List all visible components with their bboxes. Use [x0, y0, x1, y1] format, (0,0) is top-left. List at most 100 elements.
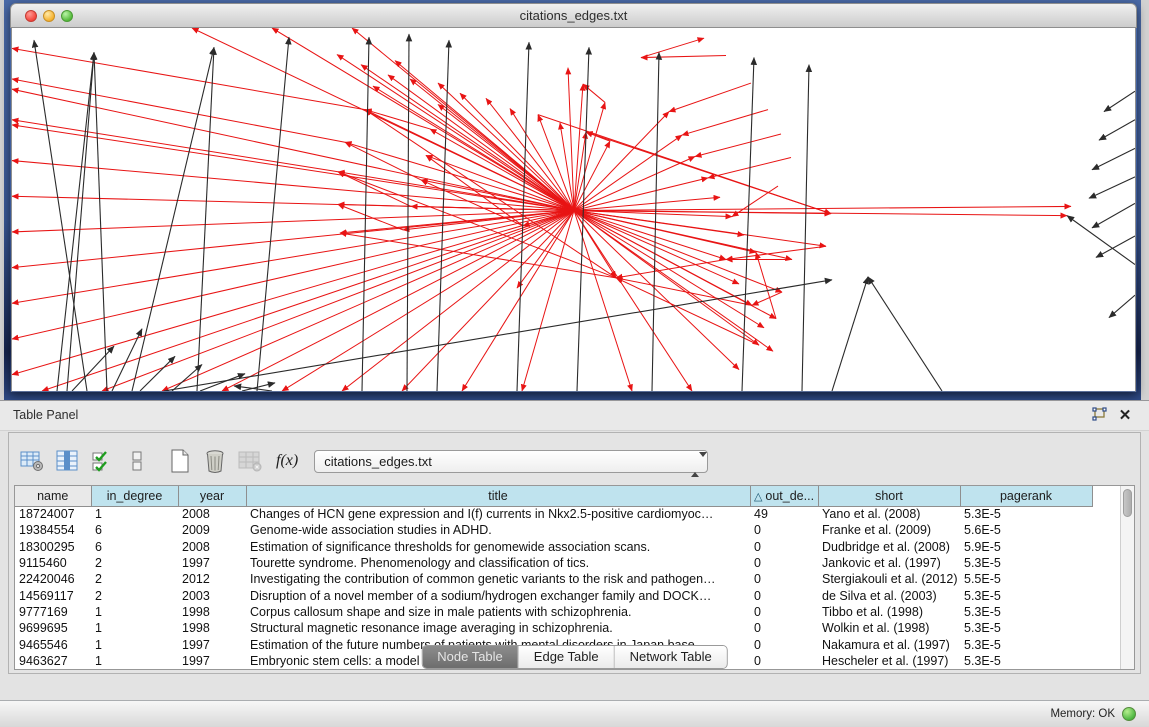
tab-edge-table[interactable]: Edge Table — [519, 646, 615, 668]
table-row[interactable]: 1938455462009Genome-wide association stu… — [15, 522, 1092, 538]
table-row[interactable]: 1830029562008Estimation of significance … — [15, 539, 1092, 555]
column-header-pagerank[interactable]: pagerank — [960, 486, 1092, 506]
table-cell[interactable]: 0 — [750, 653, 818, 669]
table-cell[interactable]: 2 — [91, 571, 178, 587]
table-row[interactable]: 969969511998Structural magnetic resonanc… — [15, 620, 1092, 636]
table-cell[interactable]: Yano et al. (2008) — [818, 506, 960, 522]
table-row[interactable]: 2242004622012Investigating the contribut… — [15, 571, 1092, 587]
table-cell[interactable]: Changes of HCN gene expression and I(f) … — [246, 506, 750, 522]
table-cell[interactable]: 0 — [750, 555, 818, 571]
table-cell[interactable]: de Silva et al. (2003) — [818, 587, 960, 603]
table-cell[interactable]: Dudbridge et al. (2008) — [818, 539, 960, 555]
table-cell[interactable]: Structural magnetic resonance image aver… — [246, 620, 750, 636]
function-builder-icon[interactable]: f(x) — [276, 452, 298, 470]
table-cell[interactable]: 1 — [91, 604, 178, 620]
table-cell[interactable]: Jankovic et al. (1997) — [818, 555, 960, 571]
table-cell[interactable]: 18724007 — [15, 506, 91, 522]
window-titlebar[interactable]: citations_edges.txt — [10, 3, 1137, 28]
table-row[interactable]: 977716911998Corpus callosum shape and si… — [15, 604, 1092, 620]
table-cell[interactable]: 5.6E-5 — [960, 522, 1092, 538]
table-cell[interactable]: 2003 — [178, 587, 246, 603]
table-selector-dropdown[interactable]: citations_edges.txt — [314, 450, 708, 473]
table-cell[interactable]: Tibbo et al. (1998) — [818, 604, 960, 620]
column-header-in_degree[interactable]: in_degree — [91, 486, 178, 506]
table-cell[interactable]: 2 — [91, 587, 178, 603]
table-cell[interactable]: Estimation of significance thresholds fo… — [246, 539, 750, 555]
table-cell[interactable]: 5.3E-5 — [960, 587, 1092, 603]
show-column-icon[interactable] — [52, 446, 82, 476]
delete-table-disabled-icon[interactable] — [235, 446, 265, 476]
table-cell[interactable]: Tourette syndrome. Phenomenology and cla… — [246, 555, 750, 571]
table-settings-icon[interactable] — [17, 446, 47, 476]
tab-network-table[interactable]: Network Table — [615, 646, 727, 668]
table-cell[interactable]: 6 — [91, 522, 178, 538]
table-cell[interactable]: 5.3E-5 — [960, 636, 1092, 652]
table-cell[interactable]: 1997 — [178, 555, 246, 571]
table-cell[interactable]: Hescheler et al. (1997) — [818, 653, 960, 669]
table-cell[interactable]: Franke et al. (2009) — [818, 522, 960, 538]
scrollbar-thumb[interactable] — [1123, 489, 1132, 517]
table-cell[interactable]: Genome-wide association studies in ADHD. — [246, 522, 750, 538]
table-cell[interactable]: Corpus callosum shape and size in male p… — [246, 604, 750, 620]
table-cell[interactable]: 5.9E-5 — [960, 539, 1092, 555]
table-cell[interactable]: 0 — [750, 636, 818, 652]
table-cell[interactable]: 14569117 — [15, 587, 91, 603]
table-cell[interactable]: Stergiakouli et al. (2012) — [818, 571, 960, 587]
table-cell[interactable]: 49 — [750, 506, 818, 522]
row-height-icon[interactable] — [122, 446, 152, 476]
table-cell[interactable]: 2008 — [178, 539, 246, 555]
column-header-title[interactable]: title — [246, 486, 750, 506]
column-header-short[interactable]: short — [818, 486, 960, 506]
table-cell[interactable]: 9777169 — [15, 604, 91, 620]
table-cell[interactable]: 0 — [750, 604, 818, 620]
float-panel-icon[interactable] — [1089, 407, 1109, 425]
table-cell[interactable]: 5.3E-5 — [960, 506, 1092, 522]
table-cell[interactable]: 0 — [750, 522, 818, 538]
table-cell[interactable]: 5.5E-5 — [960, 571, 1092, 587]
table-row[interactable]: 1456911722003Disruption of a novel membe… — [15, 587, 1092, 603]
table-cell[interactable]: 5.3E-5 — [960, 604, 1092, 620]
network-canvas[interactable] — [11, 28, 1136, 392]
column-header-year[interactable]: year — [178, 486, 246, 506]
table-cell[interactable]: 2009 — [178, 522, 246, 538]
table-cell[interactable]: 9463627 — [15, 653, 91, 669]
table-cell[interactable]: 0 — [750, 571, 818, 587]
table-cell[interactable]: 0 — [750, 539, 818, 555]
table-cell[interactable]: Nakamura et al. (1997) — [818, 636, 960, 652]
table-cell[interactable]: 2012 — [178, 571, 246, 587]
create-column-icon[interactable] — [165, 446, 195, 476]
table-cell[interactable]: 5.3E-5 — [960, 653, 1092, 669]
table-cell[interactable]: 9699695 — [15, 620, 91, 636]
table-row[interactable]: 1872400712008Changes of HCN gene express… — [15, 506, 1092, 522]
table-cell[interactable]: 1997 — [178, 653, 246, 669]
close-panel-icon[interactable]: ✕ — [1115, 407, 1135, 425]
table-cell[interactable]: Investigating the contribution of common… — [246, 571, 750, 587]
table-vertical-scrollbar[interactable] — [1120, 486, 1134, 669]
table-cell[interactable]: 1 — [91, 506, 178, 522]
column-header-out_de[interactable]: △out_de... — [750, 486, 818, 506]
table-cell[interactable]: 0 — [750, 587, 818, 603]
table-cell[interactable]: 1 — [91, 620, 178, 636]
table-cell[interactable]: 9115460 — [15, 555, 91, 571]
column-header-name[interactable]: name — [15, 486, 91, 506]
table-cell[interactable]: 22420046 — [15, 571, 91, 587]
close-window-button[interactable] — [25, 10, 37, 22]
table-cell[interactable]: 18300295 — [15, 539, 91, 555]
tab-node-table[interactable]: Node Table — [422, 646, 519, 668]
table-cell[interactable]: 5.3E-5 — [960, 620, 1092, 636]
table-cell[interactable]: 2 — [91, 555, 178, 571]
table-cell[interactable]: 0 — [750, 620, 818, 636]
table-cell[interactable]: 1998 — [178, 604, 246, 620]
table-cell[interactable]: 6 — [91, 539, 178, 555]
table-cell[interactable]: Disruption of a novel member of a sodium… — [246, 587, 750, 603]
zoom-window-button[interactable] — [61, 10, 73, 22]
column-visibility-icon[interactable] — [87, 446, 117, 476]
table-cell[interactable]: 1998 — [178, 620, 246, 636]
delete-column-trash-icon[interactable] — [200, 446, 230, 476]
table-cell[interactable]: 1 — [91, 636, 178, 652]
table-cell[interactable]: 1 — [91, 653, 178, 669]
table-cell[interactable]: 1997 — [178, 636, 246, 652]
table-cell[interactable]: 9465546 — [15, 636, 91, 652]
table-cell[interactable]: Wolkin et al. (1998) — [818, 620, 960, 636]
table-cell[interactable]: 2008 — [178, 506, 246, 522]
